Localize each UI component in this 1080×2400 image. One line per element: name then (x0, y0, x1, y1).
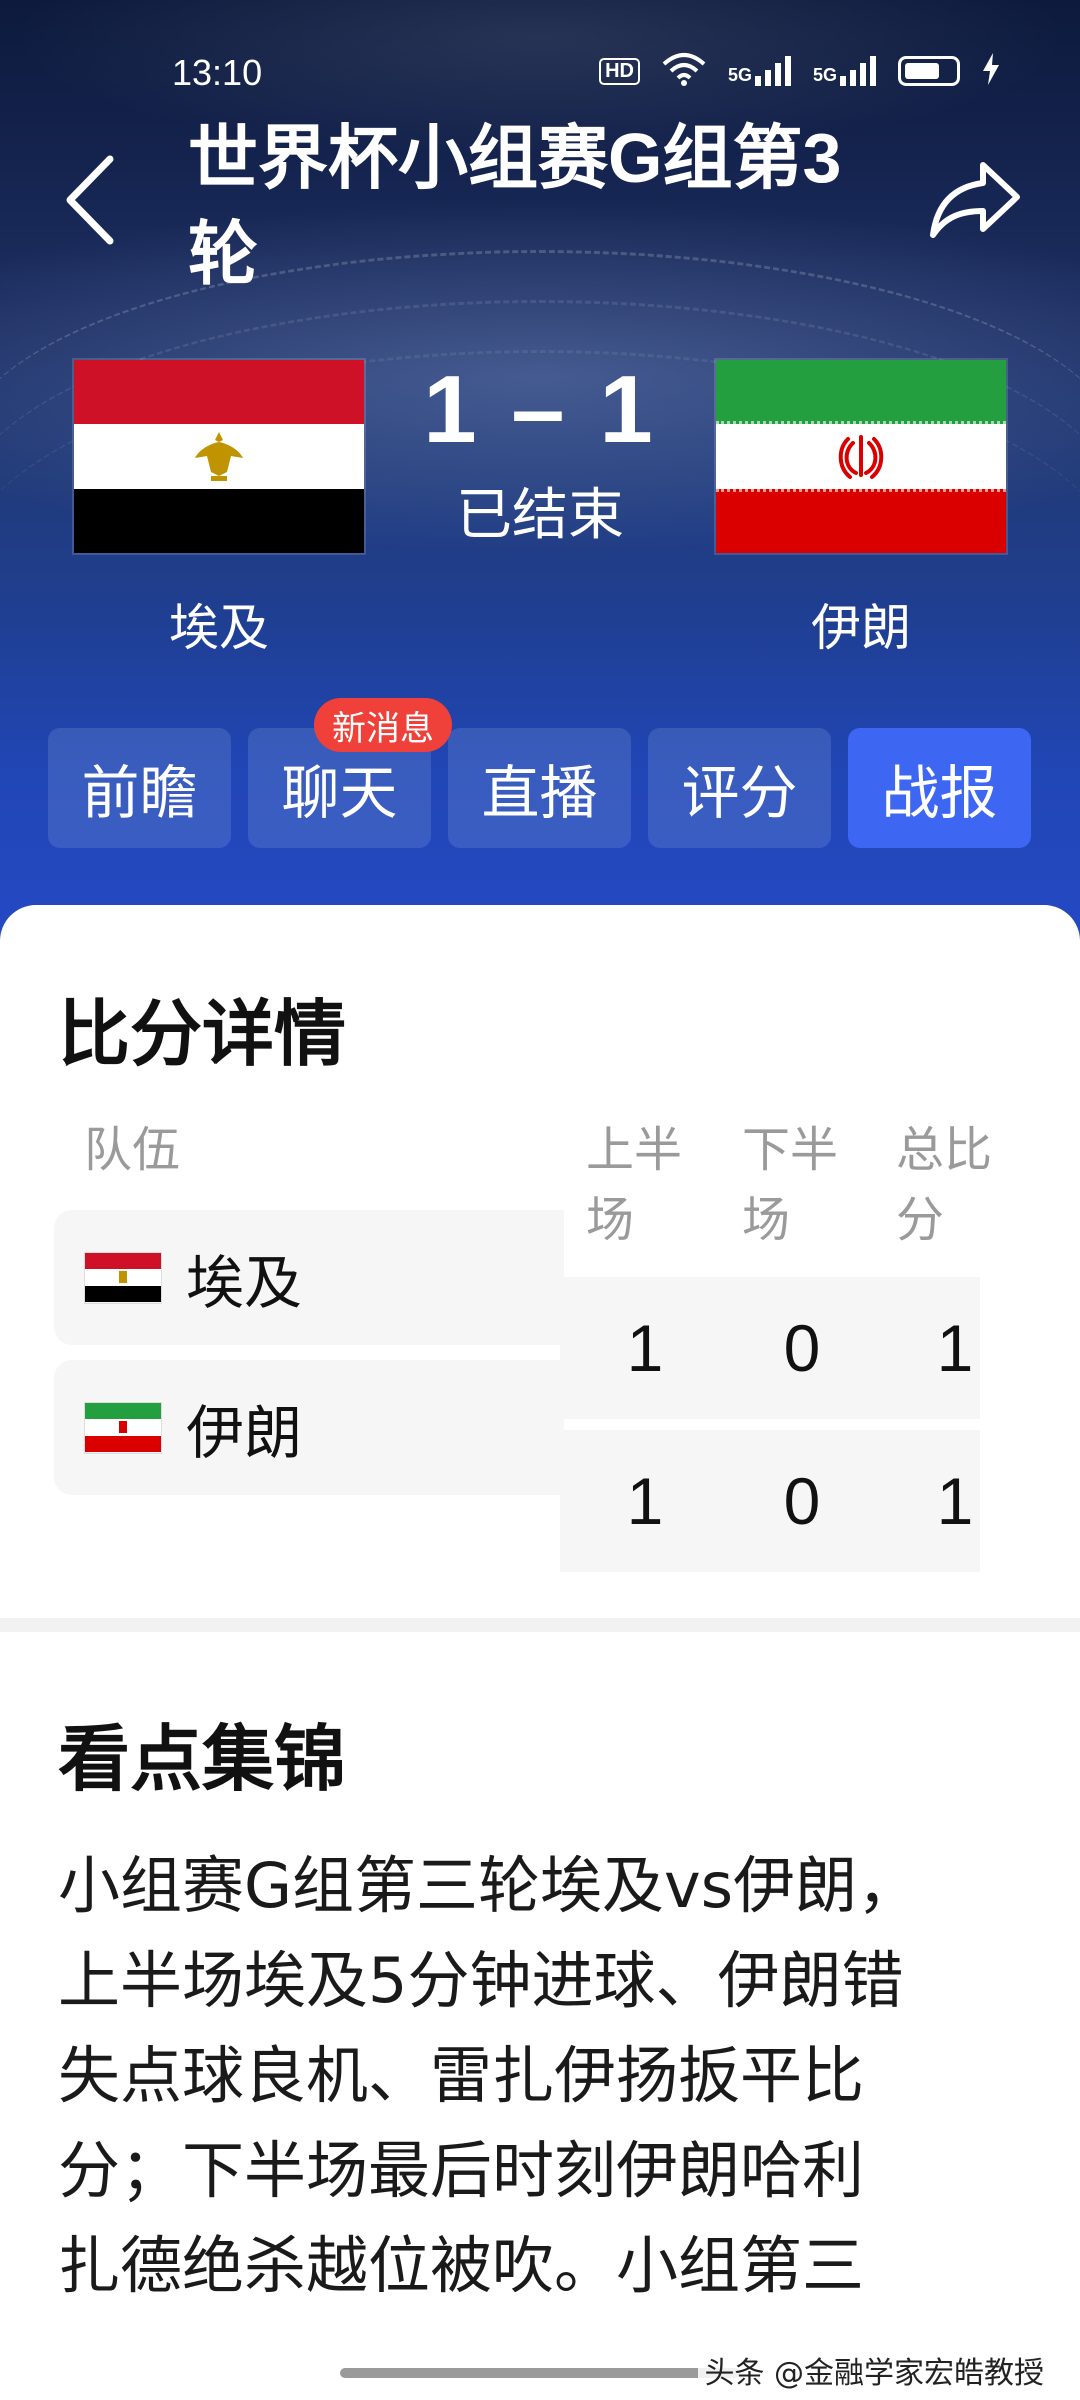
first-half-score: 1 (626, 1311, 664, 1385)
away-team-flag[interactable] (716, 360, 1006, 554)
home-indicator[interactable] (340, 2368, 740, 2378)
total-score: 1 (936, 1464, 974, 1538)
score-row-iran: 1 0 1 (560, 1430, 980, 1572)
article-line: 分；下半场最后时刻伊朗哈利 (58, 2134, 865, 2207)
tab-label: 前瞻 (81, 759, 198, 827)
team-row-iran[interactable]: 伊朗 (54, 1360, 564, 1495)
second-half-score: 0 (783, 1464, 821, 1538)
status-bar: 13:10 HD 5G 5G (0, 0, 1080, 120)
score-details-title: 比分详情 (58, 995, 347, 1075)
hd-icon: HD (599, 57, 640, 85)
article-line: 上半场埃及5分钟进球、伊朗错 (58, 1944, 904, 2017)
egypt-flag-icon (84, 1251, 162, 1304)
back-button[interactable] (50, 150, 130, 250)
total-score: 1 (936, 1311, 974, 1385)
chevron-left-icon (66, 155, 114, 245)
status-icons: HD 5G 5G (599, 52, 1000, 90)
team-name: 伊朗 (186, 1398, 303, 1467)
tab-report[interactable]: 战报 (848, 728, 1031, 848)
article-line: 失点球良机、雷扎伊扬扳平比 (58, 2039, 865, 2112)
highlights-title: 看点集锦 (58, 1720, 347, 1800)
score-details-card: 比分详情 队伍 上半场 下半场 总比分 埃及 1 0 1 伊朗 1 0 1 (0, 905, 1080, 1615)
match-status: 已结束 (456, 483, 624, 548)
home-team-flag[interactable] (74, 360, 364, 554)
battery-icon (898, 56, 960, 86)
page-title: 世界杯小组赛G组第3轮 (188, 119, 842, 293)
tab-preview[interactable]: 前瞻 (48, 728, 231, 848)
share-arrow-icon (930, 162, 1020, 238)
home-team-name[interactable]: 埃及 (74, 588, 364, 660)
tab-label: 直播 (481, 759, 598, 827)
team-row-egypt[interactable]: 埃及 (54, 1210, 564, 1345)
first-half-score: 1 (626, 1464, 664, 1538)
tab-label: 评分 (681, 759, 798, 827)
tab-label: 战报 (881, 759, 998, 827)
watermark: 头条 @金融学家宏皓教授 (698, 2346, 1050, 2394)
new-message-badge: 新消息 (314, 698, 452, 752)
tab-ratings[interactable]: 评分 (648, 728, 831, 848)
match-header: 13:10 HD 5G 5G 世界杯小组赛G组第3轮 埃及 1 – 1 已结束 … (0, 0, 1080, 940)
column-header-team: 队伍 (84, 1122, 181, 1178)
iran-emblem-icon (838, 435, 884, 480)
share-button[interactable] (920, 150, 1030, 250)
tab-label: 聊天 (281, 759, 398, 827)
match-tabs: 前瞻 聊天 直播 评分 战报 新消息 (48, 698, 1038, 848)
iran-flag-icon (84, 1401, 162, 1454)
away-team-name[interactable]: 伊朗 (716, 588, 1006, 660)
charging-icon (982, 53, 1000, 89)
tab-live[interactable]: 直播 (448, 728, 631, 848)
column-header-total: 总比分 (896, 1122, 993, 1248)
signal-5g-icon: 5G (813, 56, 876, 86)
section-divider (0, 1618, 1080, 1632)
column-header-second-half: 下半场 (742, 1122, 839, 1248)
score-row-egypt: 1 0 1 (560, 1277, 980, 1419)
match-report-text[interactable]: 小组赛G组第三轮埃及vs伊朗， 上半场埃及5分钟进球、伊朗错 失点球良机、雷扎伊… (58, 1838, 1018, 2313)
column-header-first-half: 上半场 (586, 1122, 683, 1248)
signal-5g-icon: 5G (728, 56, 791, 86)
status-time: 13:10 (172, 52, 263, 93)
article-line: 小组赛G组第三轮埃及vs伊朗， (58, 1849, 920, 1922)
eagle-emblem-icon (195, 432, 243, 482)
match-score: 1 – 1 (423, 356, 657, 463)
second-half-score: 0 (783, 1311, 821, 1385)
team-name: 埃及 (186, 1248, 303, 1317)
article-line: 扎德绝杀越位被吹。小组第三 (58, 2229, 865, 2302)
wifi-icon (662, 52, 706, 90)
